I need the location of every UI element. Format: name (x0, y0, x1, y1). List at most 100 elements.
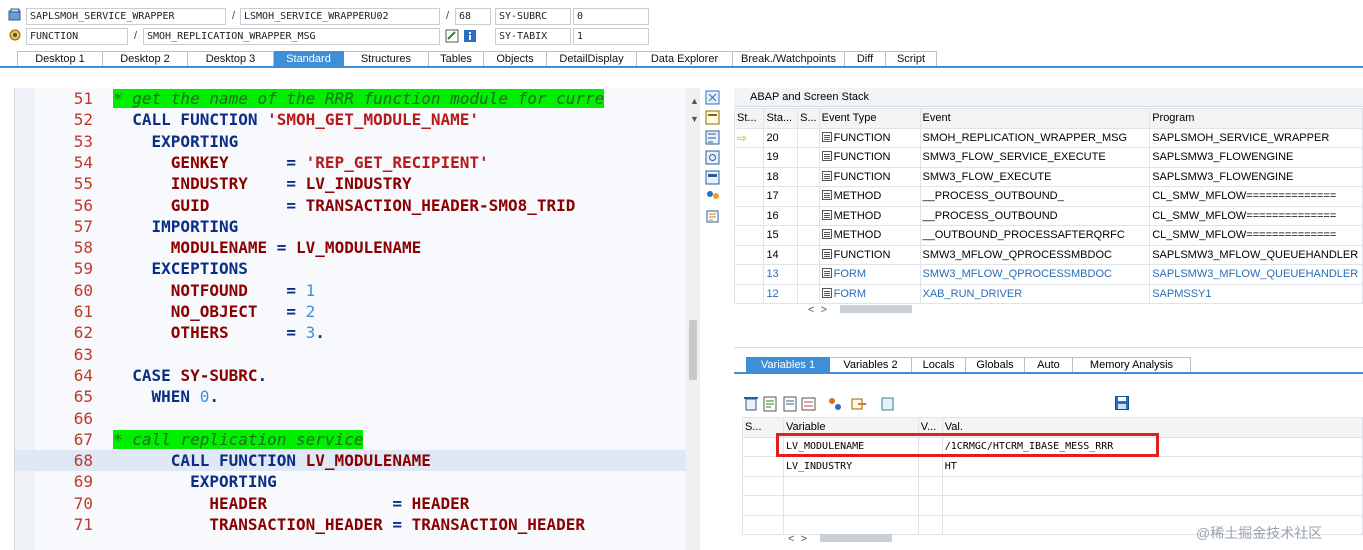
event-type-icon (821, 268, 832, 279)
code-line[interactable]: 54 GENKEY = 'REP_GET_RECIPIENT' (15, 152, 700, 173)
code-line[interactable]: 53 EXPORTING (15, 131, 700, 152)
stack-row-type: FUNCTION (818, 147, 921, 168)
subrc-label: SY-SUBRC (495, 8, 571, 25)
empty-variable-row[interactable] (742, 495, 1363, 516)
code-line[interactable]: 71 TRANSACTION_HEADER = TRANSACTION_HEAD… (15, 514, 700, 535)
col-program[interactable]: Program (1149, 108, 1363, 129)
stack-row[interactable]: 18 FUNCTION SMW3_FLOW_EXECUTE SAPLSMW3_FLOW… (733, 166, 1363, 187)
tab-desktop-3[interactable]: Desktop 3 (188, 51, 274, 67)
col-event[interactable]: Event (919, 108, 1151, 129)
tab-auto[interactable]: Auto (1025, 357, 1073, 373)
tab-globals[interactable]: Globals (966, 357, 1025, 373)
code-line[interactable]: 59 EXCEPTIONS (15, 258, 700, 279)
stack-row-level-text: 14 (766, 248, 779, 261)
scrollbar-thumb[interactable] (689, 320, 697, 380)
code-line[interactable]: 58 MODULENAME = LV_MODULENAME (15, 237, 700, 258)
save-icon[interactable] (1115, 396, 1129, 413)
code-line[interactable]: 55 INDUSTRY = LV_INDUSTRY (15, 173, 700, 194)
code-line[interactable]: 69 EXPORTING (15, 471, 700, 492)
tab-desktop-2[interactable]: Desktop 2 (103, 51, 188, 67)
stack-row-level: 14 (763, 244, 799, 265)
source-code-editor[interactable]: 51 * get the name of the RRR function mod… (14, 88, 700, 550)
stack-row-event-text: SMW3_FLOW_SERVICE_EXECUTE (922, 151, 1106, 164)
stack-row[interactable]: 14 FUNCTION SMW3_MFLOW_QPROCESSMBDOC SAPLSM… (733, 244, 1363, 265)
scroll-down-icon[interactable]: ▼ (690, 114, 699, 124)
col-status[interactable]: St... (733, 108, 765, 129)
stack-row-level-text: 12 (766, 287, 779, 300)
stack-row[interactable]: 17 METHOD __PROCESS_OUTBOUND_ CL_SMW_MFLOW=… (733, 186, 1363, 207)
code-line[interactable]: 65 WHEN 0. (15, 386, 700, 407)
tab-objects[interactable]: Objects (484, 51, 547, 67)
col-s[interactable]: S... (797, 108, 820, 129)
tab-detaildisplay[interactable]: DetailDisplay (547, 51, 637, 67)
current-position-arrow-icon: ⇨ (737, 130, 748, 145)
event-type-icon (821, 209, 832, 220)
stack-row-level-text: 16 (766, 209, 779, 222)
code-line[interactable]: 70 HEADER = HEADER (15, 493, 700, 514)
tab-data-explorer[interactable]: Data Explorer (637, 51, 733, 67)
code-line[interactable]: 63 (15, 344, 700, 365)
code-text: CALL FUNCTION 'SMOH_GET_MODULE_NAME' (113, 110, 480, 130)
stack-row-program-text: CL_SMW_MFLOW============== (1152, 209, 1337, 222)
scroll-right-icon[interactable]: > (821, 304, 827, 316)
tab-breakpoints[interactable]: Break./Watchpoints (733, 51, 845, 67)
stack-row-event-text: __OUTBOUND_PROCESSAFTERQRFC (922, 229, 1125, 242)
code-line[interactable]: 52 CALL FUNCTION 'SMOH_GET_MODULE_NAME' (15, 109, 700, 130)
stack-row-program: SAPLSMW3_FLOWENGINE (1149, 166, 1363, 187)
stack-row-status (733, 166, 765, 187)
stack-row-program: CL_SMW_MFLOW============== (1149, 205, 1363, 226)
code-line[interactable]: 56 GUID = TRANSACTION_HEADER-SMO8_TRID (15, 195, 700, 216)
tab-structures[interactable]: Structures (344, 51, 429, 67)
stack-row[interactable]: 16 METHOD __PROCESS_OUTBOUND CL_SMW_MFLOW==… (733, 205, 1363, 226)
event-name-field: SMOH_REPLICATION_WRAPPER_MSG (143, 28, 440, 45)
code-line[interactable]: 51 * get the name of the RRR function mod… (15, 88, 700, 109)
scroll-up-icon[interactable]: ▲ (690, 96, 699, 106)
variable-row[interactable]: LV_INDUSTRY HT (742, 456, 1363, 477)
stack-row[interactable]: ⇨ 20 FUNCTION SMOH_REPLICATION_WRAPPER_MSG S… (733, 127, 1363, 148)
stack-hscroll[interactable]: < > (808, 304, 913, 316)
code-line[interactable]: 60 NOTFOUND = 1 (15, 280, 700, 301)
edit-icon[interactable] (445, 29, 459, 43)
code-line[interactable]: 64 CASE SY-SUBRC. (15, 365, 700, 386)
tab-variables-2[interactable]: Variables 2 (830, 357, 912, 373)
code-line[interactable]: 61 NO_OBJECT = 2 (15, 301, 700, 322)
separator: / (446, 10, 450, 22)
scroll-left-icon[interactable]: < (788, 533, 794, 545)
line-number: 55 (73, 174, 93, 194)
code-line[interactable]: 62 OTHERS = 3. (15, 322, 700, 343)
tab-desktop-1[interactable]: Desktop 1 (17, 51, 103, 67)
tab-variables-1[interactable]: Variables 1 (746, 357, 830, 373)
line-number: 61 (73, 302, 93, 321)
tab-locals[interactable]: Locals (912, 357, 966, 373)
col-event-type[interactable]: Event Type (818, 108, 921, 129)
stack-row-program-text: SAPLSMW3_FLOWENGINE (1152, 151, 1294, 164)
tab-script[interactable]: Script (886, 51, 937, 67)
stack-row[interactable]: 12 FORM XAB_RUN_DRIVER SAPMSSY1 (733, 283, 1363, 304)
editor-side-toolbar (705, 90, 721, 233)
code-text: * call replication service (113, 429, 364, 449)
stack-row[interactable]: 13 FORM SMW3_MFLOW_QPROCESSMBDOC SAPLSMW3_M… (733, 264, 1363, 285)
tab-standard[interactable]: Standard (274, 51, 344, 67)
stack-row-type-text: FORM (833, 268, 866, 281)
variables-hscroll[interactable]: < > (788, 533, 893, 545)
editor-scrollbar[interactable] (686, 88, 700, 550)
separator: / (134, 30, 138, 42)
tab-tables[interactable]: Tables (429, 51, 484, 67)
stack-row-program-text: CL_SMW_MFLOW============== (1152, 229, 1337, 242)
tab-diff[interactable]: Diff (845, 51, 886, 67)
code-line[interactable]: 57 IMPORTING (15, 216, 700, 237)
info-icon[interactable] (463, 29, 477, 43)
code-line[interactable]: 67 * call replication service (15, 429, 700, 450)
code-line[interactable]: 66 (15, 408, 700, 429)
code-line[interactable]: 68 CALL FUNCTION LV_MODULENAME (15, 450, 700, 472)
col-stack-level[interactable]: Sta... (763, 108, 799, 129)
event-type-icon (821, 190, 832, 201)
stack-row[interactable]: 19 FUNCTION SMW3_FLOW_SERVICE_EXECUTE SAPLS… (733, 147, 1363, 168)
stack-row[interactable]: 15 METHOD __OUTBOUND_PROCESSAFTERQRFC CL_SM… (733, 225, 1363, 246)
empty-variable-row[interactable] (742, 475, 1363, 496)
stack-row-s (797, 264, 820, 285)
scroll-left-icon[interactable]: < (808, 304, 814, 316)
tab-memory-analysis[interactable]: Memory Analysis (1073, 357, 1191, 373)
scroll-right-icon[interactable]: > (801, 533, 807, 545)
separator: / (232, 10, 236, 22)
